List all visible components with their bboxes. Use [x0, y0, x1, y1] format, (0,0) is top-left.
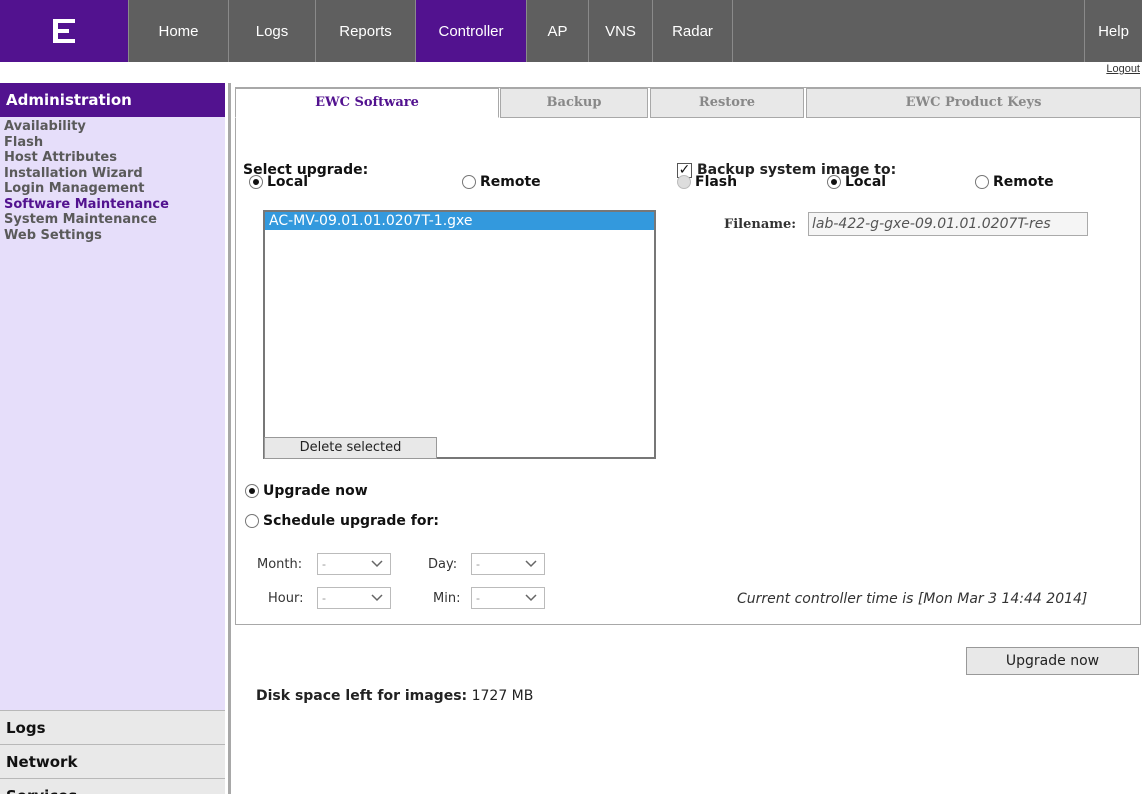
controller-time: Current controller time is [Mon Mar 3 14… — [737, 591, 1088, 607]
radio-checked-icon — [245, 484, 259, 498]
radio-checked-icon — [827, 175, 841, 189]
nav-controller[interactable]: Controller — [415, 0, 526, 62]
tab-ewc-software[interactable]: EWC Software — [235, 88, 499, 118]
upgrade-now-radio[interactable]: Upgrade now — [245, 483, 368, 499]
month-label: Month: — [257, 557, 303, 572]
nav-help[interactable]: Help — [1084, 0, 1142, 62]
disk-space-value: 1727 MB — [471, 688, 534, 704]
tab-restore[interactable]: Restore — [650, 88, 804, 118]
logout-link[interactable]: Logout — [1106, 63, 1140, 75]
upgrade-remote-label: Remote — [480, 174, 541, 190]
backup-local-radio[interactable]: Local — [827, 174, 886, 190]
radio-unchecked-icon — [245, 514, 259, 528]
disk-space-info: Disk space left for images: 1727 MB — [256, 688, 533, 704]
nav-spacer — [732, 0, 1084, 62]
delete-selected-button[interactable]: Delete selected — [264, 437, 437, 459]
backup-remote-radio[interactable]: Remote — [975, 174, 1054, 190]
schedule-upgrade-label: Schedule upgrade for: — [263, 513, 439, 529]
sidebar-item-flash[interactable]: Flash — [4, 135, 225, 151]
sidebar-item-system-maintenance[interactable]: System Maintenance — [4, 212, 225, 228]
month-select[interactable]: - — [317, 553, 391, 575]
sidebar-section-logs[interactable]: Logs — [0, 710, 225, 744]
radio-checked-icon — [249, 175, 263, 189]
sidebar-item-web-settings[interactable]: Web Settings — [4, 228, 225, 244]
min-select[interactable]: - — [471, 587, 545, 609]
radio-disabled-icon — [677, 175, 691, 189]
radio-unchecked-icon — [462, 175, 476, 189]
nav-vns[interactable]: VNS — [588, 0, 652, 62]
radio-unchecked-icon — [975, 175, 989, 189]
day-select[interactable]: - — [471, 553, 545, 575]
sidebar-item-login-management[interactable]: Login Management — [4, 181, 225, 197]
nav-reports[interactable]: Reports — [315, 0, 415, 62]
sidebar: Administration Availability Flash Host A… — [0, 83, 225, 794]
image-listbox[interactable]: AC-MV-09.01.01.0207T-1.gxe — [263, 210, 656, 459]
nav-home[interactable]: Home — [128, 0, 228, 62]
backup-flash-label: Flash — [695, 174, 738, 190]
chevron-down-icon — [525, 594, 537, 602]
sidebar-header-administration[interactable]: Administration — [0, 83, 225, 117]
backup-flash-radio[interactable]: Flash — [677, 174, 737, 190]
extreme-logo-icon — [53, 19, 75, 43]
month-value: - — [322, 557, 326, 571]
filename-label: Filename: — [724, 217, 797, 232]
sidebar-item-availability[interactable]: Availability — [4, 119, 225, 135]
filename-field[interactable]: lab-422-g-gxe-09.01.01.0207T-res — [808, 212, 1088, 236]
sidebar-section-network[interactable]: Network — [0, 744, 225, 778]
schedule-upgrade-radio[interactable]: Schedule upgrade for: — [245, 513, 439, 529]
upgrade-now-radio-label: Upgrade now — [263, 483, 368, 499]
image-list-item[interactable]: AC-MV-09.01.01.0207T-1.gxe — [265, 212, 654, 230]
tab-ewc-product-keys[interactable]: EWC Product Keys — [806, 88, 1141, 118]
nav-ap[interactable]: AP — [526, 0, 588, 62]
sidebar-links: Availability Flash Host Attributes Insta… — [0, 117, 225, 243]
upgrade-local-label: Local — [267, 174, 309, 190]
sidebar-divider[interactable] — [228, 83, 231, 794]
chevron-down-icon — [525, 560, 537, 568]
chevron-down-icon — [371, 560, 383, 568]
min-label: Min: — [433, 591, 461, 606]
top-nav: Home Logs Reports Controller AP VNS Rada… — [0, 0, 1142, 62]
tab-bar: EWC Software Backup Restore EWC Product … — [235, 88, 1141, 118]
sidebar-section-services[interactable]: Services — [0, 778, 225, 794]
hour-label: Hour: — [268, 591, 304, 606]
hour-select[interactable]: - — [317, 587, 391, 609]
disk-space-label: Disk space left for images: — [256, 688, 468, 704]
upgrade-now-button[interactable]: Upgrade now — [966, 647, 1139, 675]
sidebar-item-host-attributes[interactable]: Host Attributes — [4, 150, 225, 166]
backup-local-label: Local — [845, 174, 887, 190]
backup-remote-label: Remote — [993, 174, 1054, 190]
tab-backup[interactable]: Backup — [500, 88, 648, 118]
logo-button[interactable] — [0, 0, 128, 62]
hour-value: - — [322, 591, 326, 605]
min-value: - — [476, 591, 480, 605]
upgrade-remote-radio[interactable]: Remote — [462, 174, 541, 190]
chevron-down-icon — [371, 594, 383, 602]
day-label: Day: — [428, 557, 458, 572]
sidebar-item-software-maintenance[interactable]: Software Maintenance — [4, 197, 225, 213]
nav-logs[interactable]: Logs — [228, 0, 315, 62]
sidebar-item-installation-wizard[interactable]: Installation Wizard — [4, 166, 225, 182]
nav-radar[interactable]: Radar — [652, 0, 732, 62]
day-value: - — [476, 557, 480, 571]
upgrade-local-radio[interactable]: Local — [249, 174, 308, 190]
